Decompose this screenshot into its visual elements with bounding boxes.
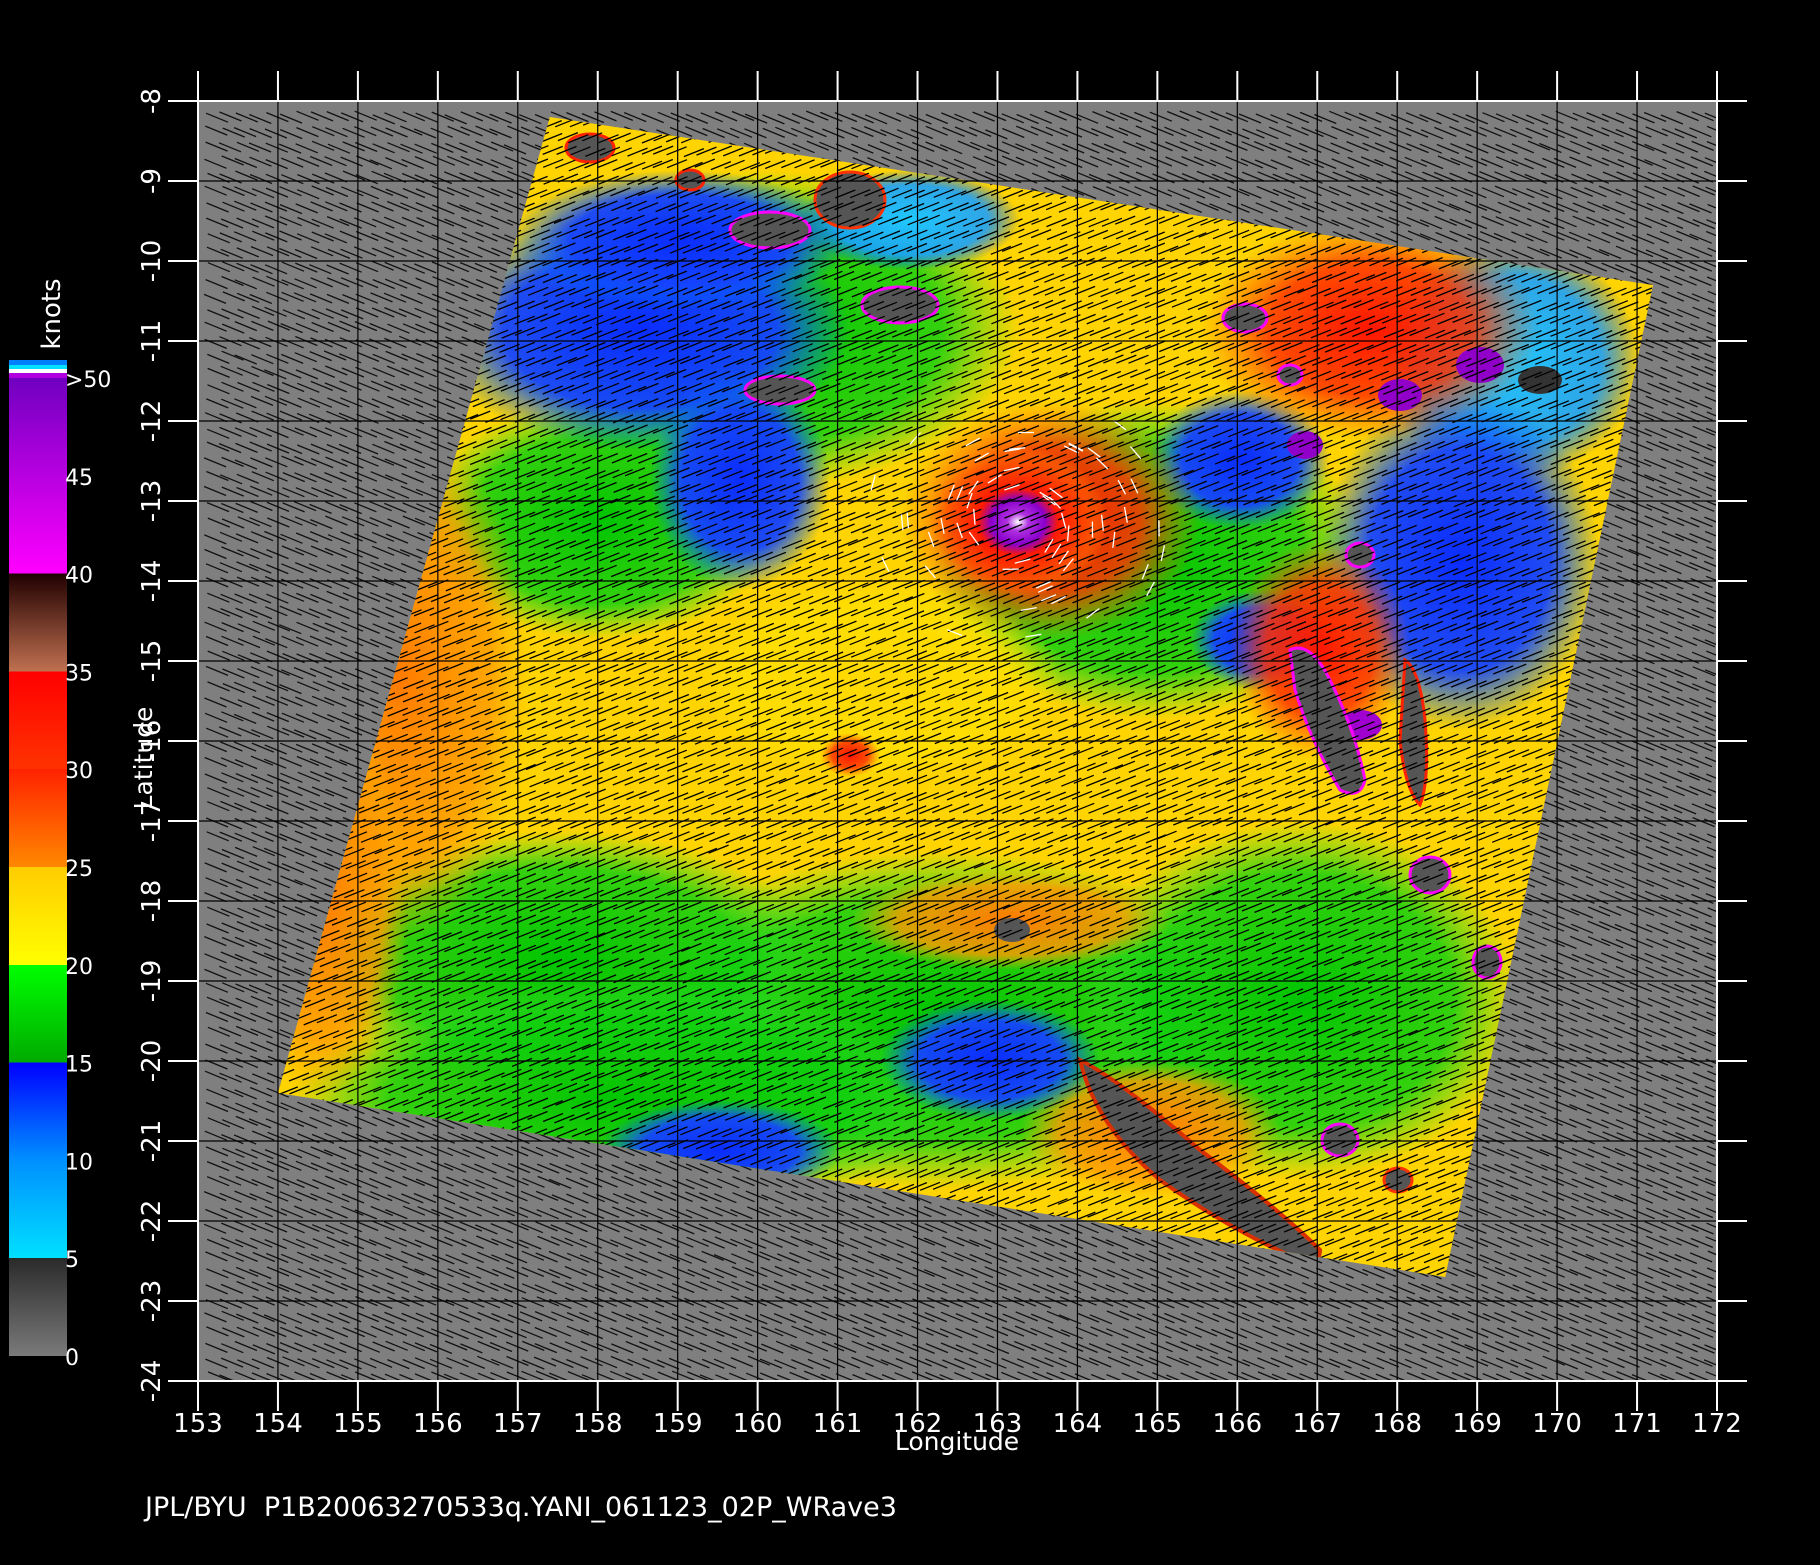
figure-svg: 153 154 155 156 157 158 159 160 161 162 163 164 165 1… [9,71,1747,1523]
scatterometer-figure: 153 154 155 156 157 158 159 160 161 162 163 164 165 1… [0,0,1820,1560]
